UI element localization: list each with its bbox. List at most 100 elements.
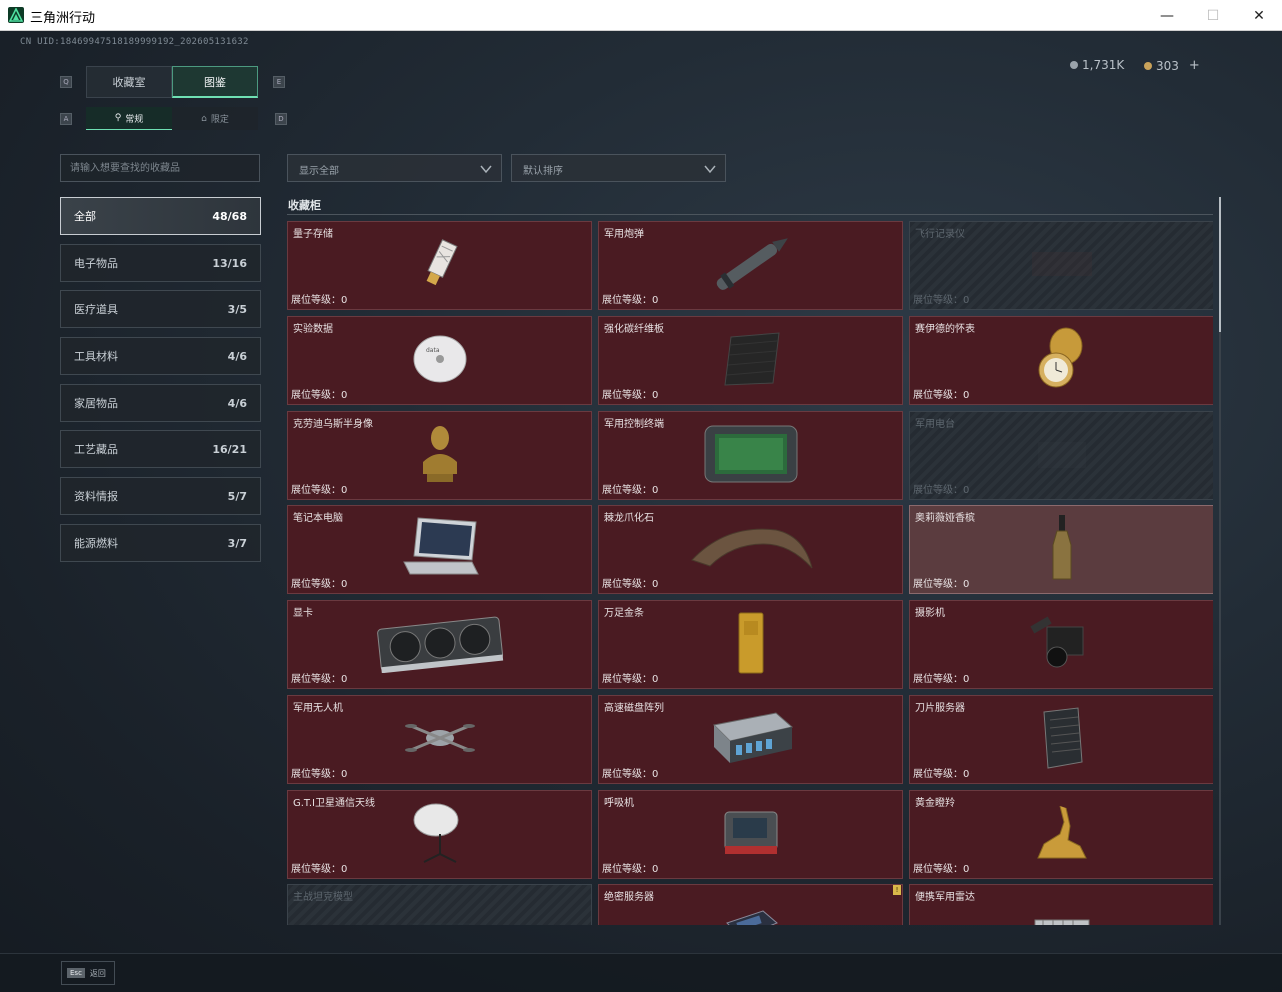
item-level: 展位等级：0	[913, 864, 970, 875]
category-household[interactable]: 家居物品 4/6	[60, 384, 261, 422]
secret-server-icon	[723, 909, 779, 925]
item-level: 展位等级：0	[913, 485, 970, 496]
filter-show-value: 显示全部	[299, 166, 339, 177]
collection-item-card[interactable]: 黄金瞪羚 展位等级：0	[909, 790, 1213, 879]
item-level: 展位等级：0	[913, 390, 970, 401]
back-button[interactable]: Esc 返回	[61, 961, 115, 985]
category-count: 3/7	[227, 536, 247, 550]
gold-bar-icon	[735, 611, 767, 679]
collection-item-card[interactable]: 摄影机 展位等级：0	[909, 600, 1213, 689]
collection-item-card[interactable]: 飞行记录仪 展位等级：0	[909, 221, 1213, 310]
item-name: 刀片服务器	[915, 703, 965, 714]
collection-item-card[interactable]: 便携军用雷达展位等级：0	[909, 884, 1213, 925]
collection-item-card[interactable]: 绝密服务器!展位等级：0	[598, 884, 903, 925]
collection-item-card[interactable]: 赛伊德的怀表 展位等级：0	[909, 316, 1213, 405]
collection-item-card[interactable]: 笔记本电脑 展位等级：0	[287, 505, 592, 594]
server-icon	[1038, 706, 1086, 774]
category-label: 工艺藏品	[74, 443, 118, 456]
collection-item-card[interactable]: 军用控制终端 展位等级：0	[598, 411, 903, 500]
minimize-button[interactable]: —	[1144, 0, 1190, 31]
tab-catalog[interactable]: 图鉴	[172, 66, 258, 98]
currency-premium: 303 +	[1144, 58, 1200, 73]
category-label: 工具材料	[74, 350, 118, 363]
filter-show-dropdown[interactable]: 显示全部	[287, 154, 502, 182]
collection-item-card[interactable]: 棘龙爪化石 展位等级：0	[598, 505, 903, 594]
item-name: 强化碳纤维板	[604, 324, 664, 335]
item-level: 展位等级：0	[291, 485, 348, 496]
carbon-plate-icon	[721, 331, 781, 391]
item-name: 飞行记录仪	[915, 229, 965, 240]
svg-text:data: data	[426, 347, 440, 354]
category-count: 13/16	[212, 256, 247, 270]
item-name: 显卡	[293, 608, 313, 619]
ventilator-icon	[719, 806, 783, 864]
chevron-down-icon	[480, 165, 492, 174]
laptop-icon	[400, 516, 480, 584]
drone-icon	[404, 712, 475, 768]
collection-item-card[interactable]: 刀片服务器 展位等级：0	[909, 695, 1213, 784]
category-fuel[interactable]: 能源燃料 3/7	[60, 524, 261, 562]
category-electronics[interactable]: 电子物品 13/16	[60, 244, 261, 282]
item-level: 展位等级：0	[291, 674, 348, 685]
item-level: 展位等级：0	[602, 674, 659, 685]
grid-scrollbar-thumb[interactable]	[1219, 197, 1221, 332]
game-viewport: CN UID:18469947518189999192_202605131632…	[0, 31, 1282, 992]
collection-item-card[interactable]: 量子存储 展位等级：0	[287, 221, 592, 310]
item-name: G.T.I卫星通信天线	[293, 798, 375, 809]
gazelle-icon	[1030, 800, 1094, 870]
item-level: 展位等级：0	[291, 390, 348, 401]
sort-dropdown[interactable]: 默认排序	[511, 154, 726, 182]
collection-item-card[interactable]: 高速磁盘阵列 展位等级：0	[598, 695, 903, 784]
add-currency-button[interactable]: +	[1189, 58, 1200, 73]
disc-icon: data	[412, 334, 468, 388]
collection-item-card[interactable]: 万足金条展位等级：0	[598, 600, 903, 689]
bottle-icon	[1049, 513, 1075, 587]
item-name: 军用电台	[915, 419, 955, 430]
category-crafts[interactable]: 工艺藏品 16/21	[60, 430, 261, 468]
category-count: 4/6	[227, 349, 247, 363]
collection-item-card[interactable]: 军用电台展位等级：0	[909, 411, 1213, 500]
collection-item-card[interactable]: 克劳迪乌斯半身像 展位等级：0	[287, 411, 592, 500]
radar-icon	[1031, 912, 1093, 925]
item-name: 军用炮弹	[604, 229, 644, 240]
close-button[interactable]: ✕	[1236, 0, 1282, 31]
item-name: 军用无人机	[293, 703, 343, 714]
collection-item-card[interactable]: 强化碳纤维板 展位等级：0	[598, 316, 903, 405]
item-level: 展位等级：0	[602, 390, 659, 401]
category-label: 资料情报	[74, 490, 118, 503]
currency-coins-value: 1,731K	[1082, 58, 1125, 72]
item-name: 便携军用雷达	[915, 892, 975, 903]
item-name: 万足金条	[604, 608, 644, 619]
key-hint-prev-tab: Q	[60, 76, 72, 88]
category-label: 医疗道具	[74, 303, 118, 316]
collection-item-card[interactable]: 显卡展位等级：0	[287, 600, 592, 689]
tab-collection-room[interactable]: 收藏室	[86, 66, 172, 98]
collection-item-card[interactable]: 军用炮弹 展位等级：0	[598, 221, 903, 310]
collection-item-card[interactable]: 奥莉薇娅香槟 展位等级：0	[909, 505, 1213, 594]
subtab-limited[interactable]: ⌂ 限定	[172, 107, 258, 130]
premium-coin-icon	[1144, 61, 1152, 70]
category-label: 电子物品	[74, 257, 118, 270]
subtab-regular[interactable]: ⚲ 常规	[86, 107, 172, 130]
collection-item-card[interactable]: 军用无人机 展位等级：0	[287, 695, 592, 784]
key-hint-next-tab: E	[273, 76, 285, 88]
terminal-icon	[701, 422, 801, 490]
bust-icon	[417, 422, 463, 490]
category-intel[interactable]: 资料情报 5/7	[60, 477, 261, 515]
currency-premium-value: 303	[1156, 58, 1179, 73]
item-level: 展位等级：0	[291, 579, 348, 590]
collection-item-card[interactable]: 主战坦克模型展位等级：0	[287, 884, 592, 925]
search-input[interactable]	[60, 154, 260, 182]
category-tools[interactable]: 工具材料 4/6	[60, 337, 261, 375]
collection-item-card[interactable]: 实验数据 data 展位等级：0	[287, 316, 592, 405]
subtab-regular-label: 常规	[125, 114, 144, 125]
claw-icon	[686, 520, 816, 580]
category-all[interactable]: 全部 48/68	[60, 197, 261, 235]
maximize-button[interactable]: ☐	[1190, 0, 1236, 31]
collection-item-card[interactable]: 呼吸机 展位等级：0	[598, 790, 903, 879]
app-logo-icon	[8, 7, 24, 23]
category-medical[interactable]: 医疗道具 3/5	[60, 290, 261, 328]
window-title: 三角洲行动	[30, 11, 96, 26]
collection-item-card[interactable]: G.T.I卫星通信天线 展位等级：0	[287, 790, 592, 879]
category-count: 4/6	[227, 396, 247, 410]
